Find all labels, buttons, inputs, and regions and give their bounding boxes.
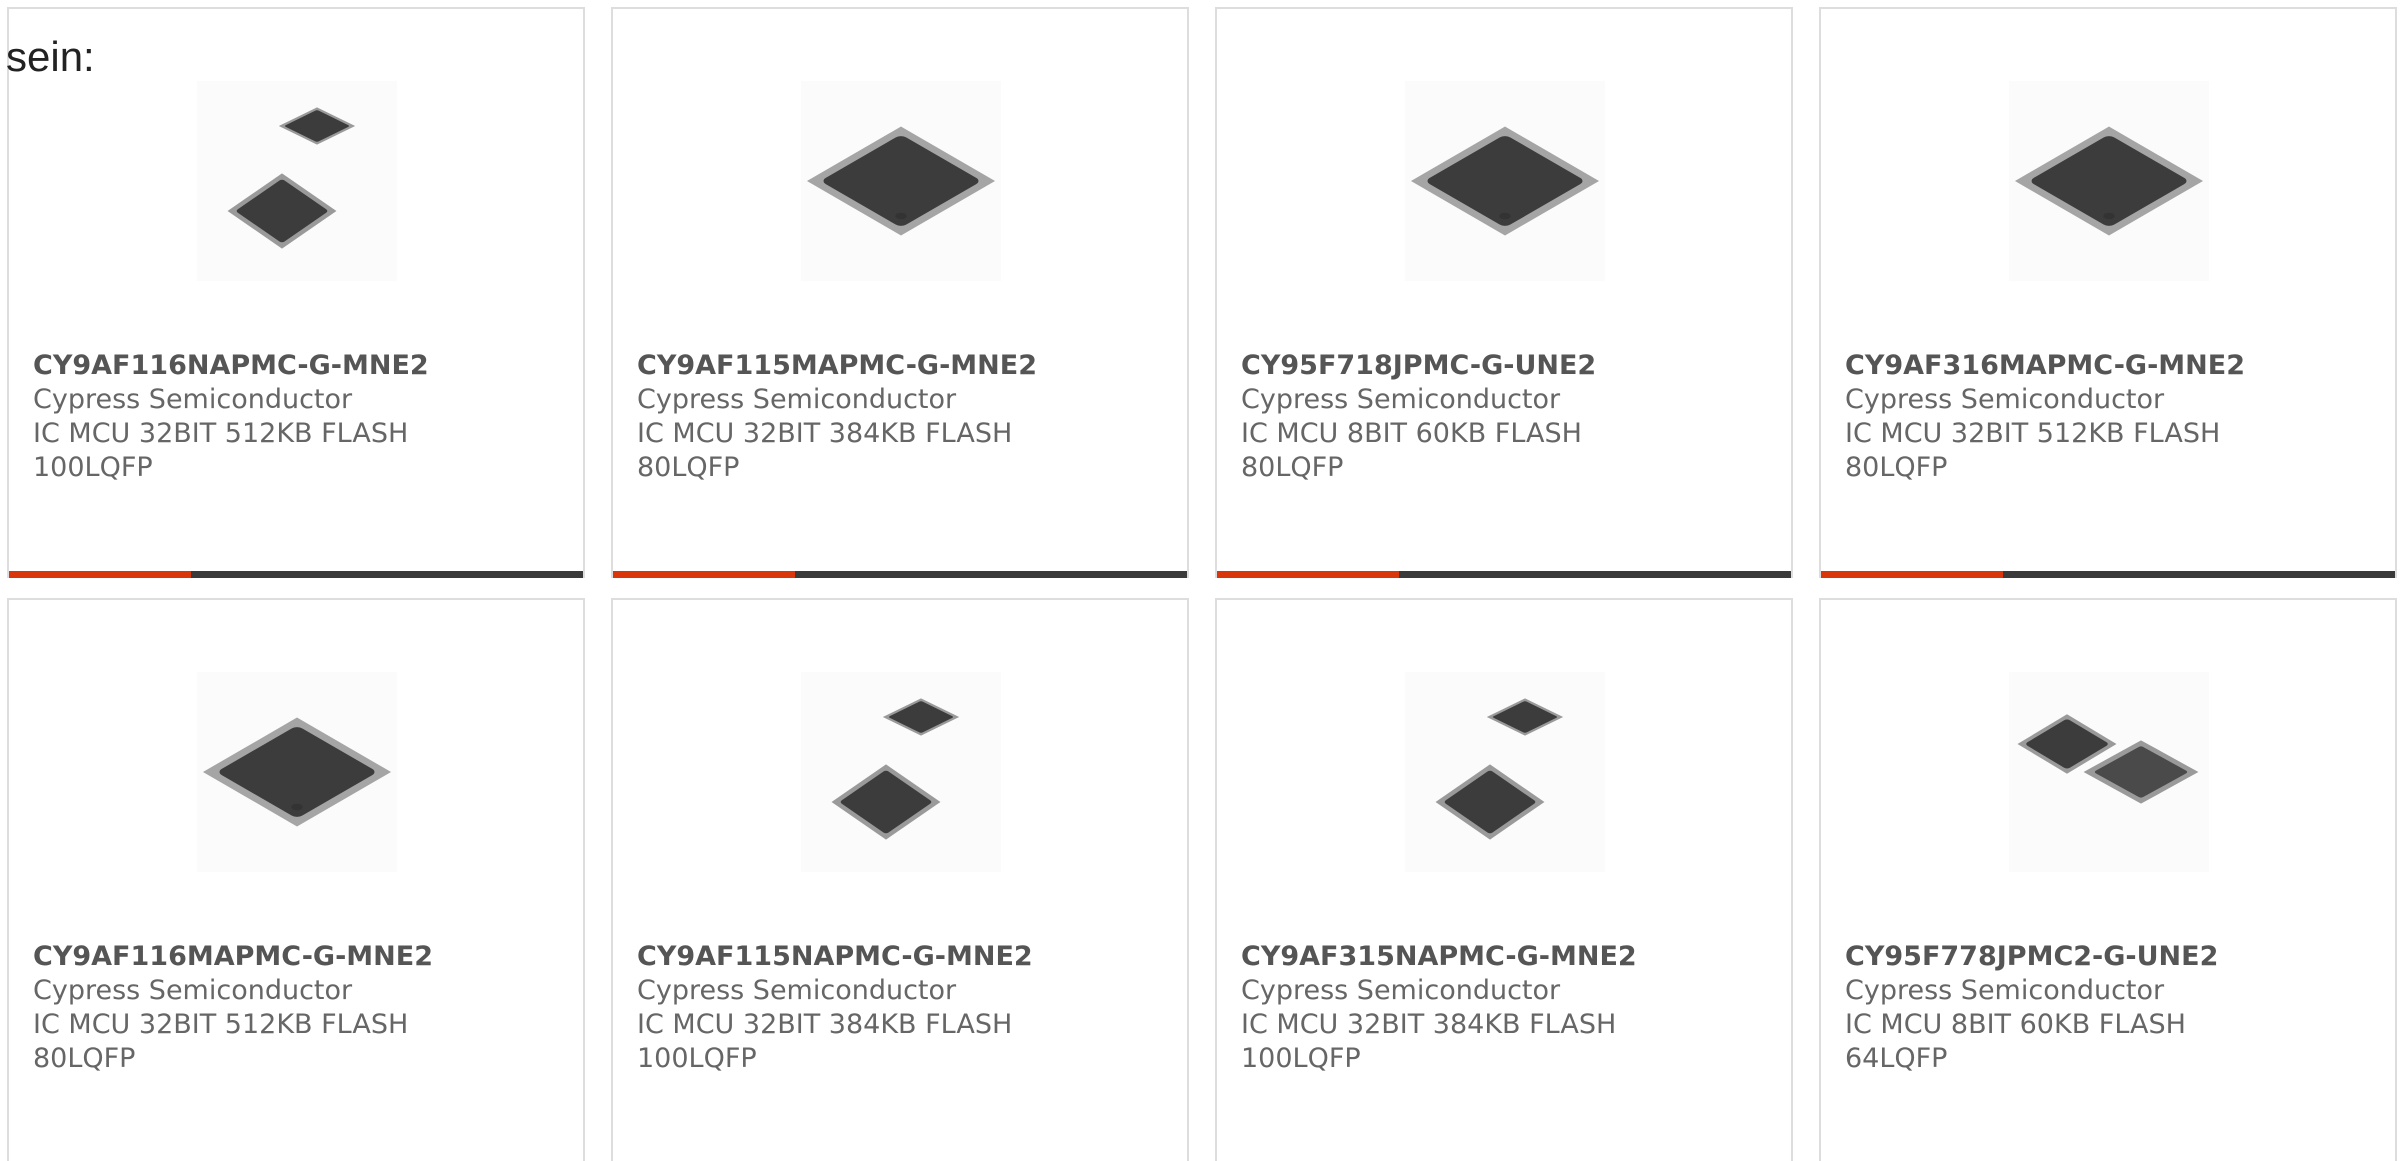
lqfp-chip-icon [202, 717, 392, 827]
description-line-1: IC MCU 32BIT 384KB FLASH [637, 418, 1013, 449]
manufacturer: Cypress Semiconductor [33, 384, 353, 415]
two-ic-chips-side-icon [2017, 714, 2199, 804]
card-bottom-bar [1821, 571, 2395, 578]
card-bar-accent [1821, 571, 2003, 578]
part-number[interactable]: CY9AF315NAPMC-G-MNE2 [1241, 940, 1767, 974]
part-number[interactable]: CY9AF116NAPMC-G-MNE2 [33, 349, 559, 383]
product-image [801, 81, 1001, 281]
card-bar-accent [613, 571, 795, 578]
product-card[interactable]: CY9AF115NAPMC-G-MNE2 Cypress Semiconduct… [611, 598, 1189, 1161]
lqfp-chip-icon [1410, 126, 1600, 236]
two-ic-chips-stacked-icon [1435, 698, 1564, 840]
description-line-2: 100LQFP [33, 452, 153, 483]
product-card[interactable]: CY95F778JPMC2-G-UNE2 Cypress Semiconduct… [1819, 598, 2397, 1161]
product-image [2009, 672, 2209, 872]
part-number[interactable]: CY95F778JPMC2-G-UNE2 [1845, 940, 2371, 974]
product-image [1405, 672, 1605, 872]
product-card[interactable]: CY9AF116MAPMC-G-MNE2 Cypress Semiconduct… [7, 598, 585, 1161]
two-ic-chips-stacked-icon [831, 698, 960, 840]
part-number[interactable]: CY9AF116MAPMC-G-MNE2 [33, 940, 559, 974]
description-line-2: 100LQFP [637, 1043, 757, 1074]
intro-text: sein: [6, 33, 95, 80]
description-line-2: 64LQFP [1845, 1043, 1948, 1074]
description-line-1: IC MCU 8BIT 60KB FLASH [1241, 418, 1582, 449]
manufacturer: Cypress Semiconductor [1241, 975, 1561, 1006]
card-bar-accent [1217, 571, 1399, 578]
manufacturer: Cypress Semiconductor [1241, 384, 1561, 415]
manufacturer: Cypress Semiconductor [1845, 384, 2165, 415]
product-card[interactable]: CY9AF315NAPMC-G-MNE2 Cypress Semiconduct… [1215, 598, 1793, 1161]
manufacturer: Cypress Semiconductor [33, 975, 353, 1006]
product-card[interactable]: CY9AF116NAPMC-G-MNE2 Cypress Semiconduct… [7, 7, 585, 578]
card-bar-accent [9, 571, 191, 578]
card-bottom-bar [1217, 571, 1791, 578]
description-line-2: 80LQFP [1845, 452, 1948, 483]
description-line-1: IC MCU 32BIT 512KB FLASH [33, 418, 409, 449]
part-number[interactable]: CY9AF115MAPMC-G-MNE2 [637, 349, 1163, 383]
lqfp-chip-icon [806, 126, 996, 236]
manufacturer: Cypress Semiconductor [637, 975, 957, 1006]
description-line-2: 80LQFP [637, 452, 740, 483]
product-card[interactable]: CY9AF115MAPMC-G-MNE2 Cypress Semiconduct… [611, 7, 1189, 578]
card-bottom-bar [9, 571, 583, 578]
lqfp-chip-icon [2014, 126, 2204, 236]
part-number[interactable]: CY9AF115NAPMC-G-MNE2 [637, 940, 1163, 974]
product-card[interactable]: CY9AF316MAPMC-G-MNE2 Cypress Semiconduct… [1819, 7, 2397, 578]
product-image [197, 81, 397, 281]
description-line-2: 80LQFP [1241, 452, 1344, 483]
part-number[interactable]: CY9AF316MAPMC-G-MNE2 [1845, 349, 2371, 383]
description-line-2: 80LQFP [33, 1043, 136, 1074]
card-bottom-bar [613, 571, 1187, 578]
product-grid: CY9AF116NAPMC-G-MNE2 Cypress Semiconduct… [7, 7, 2400, 1161]
description-line-1: IC MCU 8BIT 60KB FLASH [1845, 1009, 2186, 1040]
description-line-1: IC MCU 32BIT 512KB FLASH [33, 1009, 409, 1040]
product-image [2009, 81, 2209, 281]
product-card[interactable]: CY95F718JPMC-G-UNE2 Cypress Semiconducto… [1215, 7, 1793, 578]
description-line-1: IC MCU 32BIT 384KB FLASH [1241, 1009, 1617, 1040]
product-image [1405, 81, 1605, 281]
manufacturer: Cypress Semiconductor [637, 384, 957, 415]
two-ic-chips-stacked-icon [227, 107, 356, 249]
description-line-2: 100LQFP [1241, 1043, 1361, 1074]
description-line-1: IC MCU 32BIT 512KB FLASH [1845, 418, 2221, 449]
product-grid-page: sein: CY9AF116NAPMC-G-MNE2 Cypress Semic… [0, 0, 2400, 1161]
part-number[interactable]: CY95F718JPMC-G-UNE2 [1241, 349, 1767, 383]
product-image [197, 672, 397, 872]
manufacturer: Cypress Semiconductor [1845, 975, 2165, 1006]
product-image [801, 672, 1001, 872]
description-line-1: IC MCU 32BIT 384KB FLASH [637, 1009, 1013, 1040]
